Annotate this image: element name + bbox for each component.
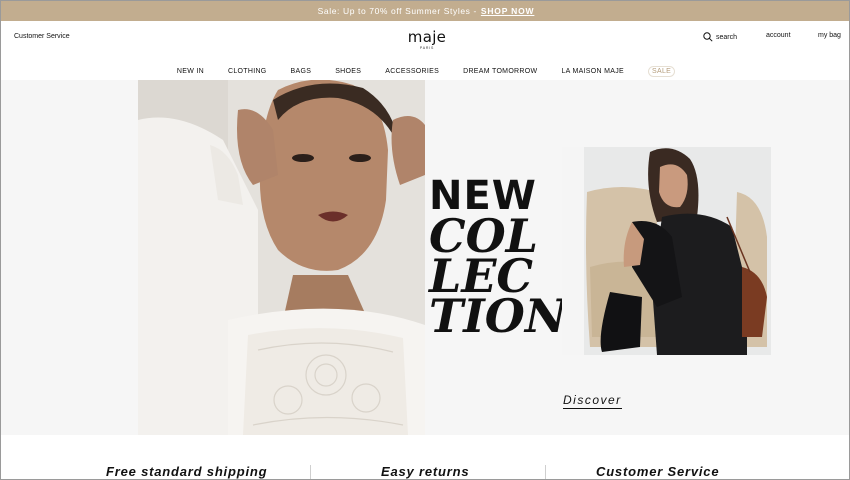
nav-item-new-in[interactable]: NEW IN (177, 68, 204, 75)
nav-item-shoes[interactable]: SHOES (335, 68, 361, 75)
promo-bar[interactable]: Sale: Up to 70% off Summer Styles - SHOP… (1, 1, 849, 21)
customer-service-link[interactable]: Customer Service (14, 33, 70, 40)
account-label: account (766, 32, 791, 39)
bag-link[interactable]: my bag (818, 32, 841, 39)
logo-wordmark: maje (407, 28, 447, 46)
nav-item-la-maison-maje[interactable]: LA MAISON MAJE (561, 68, 624, 75)
main-nav: NEW IN CLOTHING BAGS SHOES ACCESSORIES D… (1, 65, 849, 77)
nav-item-sale[interactable]: SALE (648, 65, 676, 77)
account-link[interactable]: account (766, 32, 791, 39)
hero-headline: NEW COL LEC TION (429, 176, 579, 343)
hero-banner: NEW COL LEC TION Discover (1, 80, 849, 435)
page-frame: Sale: Up to 70% off Summer Styles - SHOP… (0, 0, 850, 480)
hero-image-model-seated[interactable] (562, 147, 771, 355)
site-header: Customer Service maje PARIS search accou… (1, 21, 849, 79)
discover-link[interactable]: Discover (563, 393, 622, 409)
service-features-bar: Free standard shipping Easy returns Cust… (1, 435, 849, 479)
feature-free-shipping[interactable]: Free standard shipping (106, 464, 267, 479)
logo-subtitle: PARIS (419, 46, 435, 50)
nav-item-clothing[interactable]: CLOTHING (228, 68, 267, 75)
hero-image-model-portrait[interactable] (138, 80, 425, 435)
feature-customer-service[interactable]: Customer Service (596, 464, 719, 479)
nav-item-bags[interactable]: BAGS (291, 68, 312, 75)
maje-logo[interactable]: maje PARIS (406, 28, 448, 51)
search-label: search (716, 33, 738, 41)
seated-model-illustration (562, 147, 771, 355)
feature-easy-returns[interactable]: Easy returns (381, 464, 469, 479)
headline-line-4: TION (429, 289, 567, 343)
shop-now-link[interactable]: SHOP NOW (481, 6, 534, 16)
feature-divider (310, 465, 311, 479)
search-button[interactable]: search (703, 32, 737, 42)
nav-item-dream-tomorrow[interactable]: DREAM TOMORROW (463, 68, 537, 75)
promo-text: Sale: Up to 70% off Summer Styles - (317, 6, 477, 16)
feature-divider (545, 465, 546, 479)
model-portrait-illustration (138, 80, 425, 435)
bag-label: my bag (818, 32, 841, 39)
nav-item-accessories[interactable]: ACCESSORIES (385, 68, 439, 75)
search-icon (703, 32, 713, 42)
